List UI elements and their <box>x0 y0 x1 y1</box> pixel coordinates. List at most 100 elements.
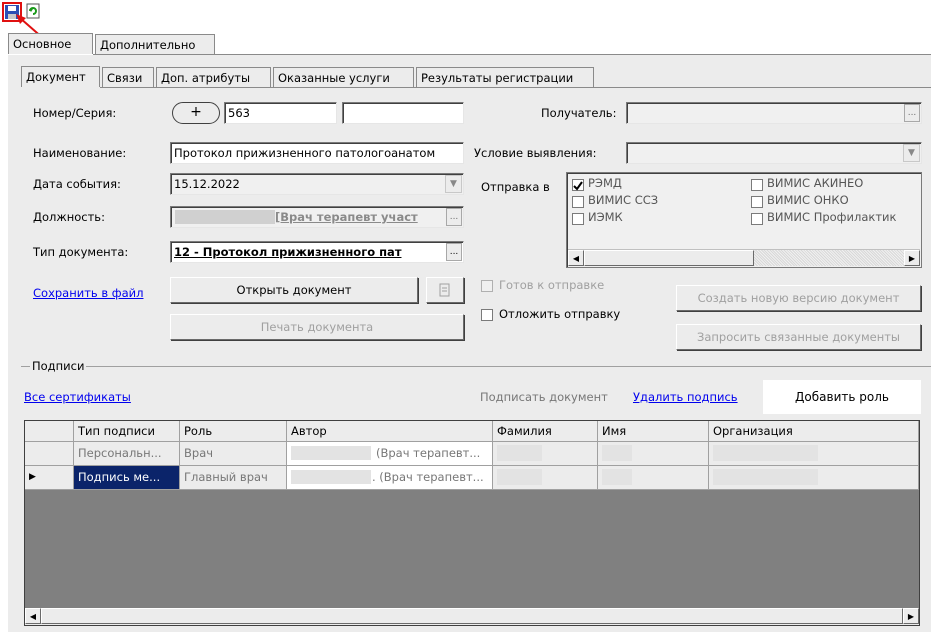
outer-tab-line <box>93 54 931 55</box>
chevron-down-icon[interactable]: ▼ <box>903 144 920 162</box>
doc-type-label: Тип документа: <box>33 245 129 259</box>
send-option-checkbox[interactable] <box>751 179 763 191</box>
number-field[interactable]: 563 <box>224 102 337 124</box>
send-option-label: ВИМИС ССЗ <box>588 193 659 207</box>
number-label: Номер/Серия: <box>33 106 117 120</box>
open-document-button[interactable]: Открыть документ <box>170 277 418 303</box>
redacted-block <box>291 446 371 460</box>
column-header[interactable]: Тип подписи <box>74 421 180 442</box>
scroll-right-icon[interactable]: ▶ <box>904 250 920 266</box>
ready-to-send-checkbox[interactable] <box>481 280 493 292</box>
send-to-list[interactable]: РЭМД ВИМИС АКИНЕО ВИМИС ССЗ ВИМИС ОНКО И… <box>566 172 922 268</box>
condition-field[interactable]: ▼ <box>626 142 922 164</box>
signatures-title: Подписи <box>30 359 87 373</box>
redacted-block <box>291 470 371 484</box>
postpone-send-checkbox[interactable] <box>481 309 493 321</box>
event-date-label: Дата события: <box>33 177 121 191</box>
send-option-checkbox[interactable] <box>572 196 584 208</box>
add-role-button[interactable]: Добавить роль <box>763 380 921 414</box>
send-option-checkbox[interactable] <box>751 213 763 225</box>
send-to-label: Отправка в <box>481 180 550 194</box>
doc-type-value: 12 - Протокол прижизненного пат <box>174 245 402 259</box>
table-cell[interactable]: . (Врач терапевт... <box>287 466 493 490</box>
chevron-down-icon[interactable]: ▼ <box>445 175 462 193</box>
ellipsis-icon[interactable]: ... <box>446 208 462 226</box>
sign-document-label[interactable]: Подписать документ <box>480 390 608 404</box>
condition-label: Условие выявления: <box>474 146 597 160</box>
send-option-label: ВИМИС АКИНЕО <box>767 176 864 190</box>
send-option-checkbox[interactable] <box>572 213 584 225</box>
scroll-right-icon[interactable]: ▶ <box>903 608 919 624</box>
redacted-block <box>602 469 632 485</box>
send-option-label: РЭМД <box>588 176 622 190</box>
redacted-block <box>602 445 632 461</box>
scroll-left-icon[interactable]: ◀ <box>568 250 584 266</box>
scroll-track <box>754 250 904 266</box>
ellipsis-icon[interactable]: ... <box>446 243 462 261</box>
document-icon <box>439 283 450 297</box>
name-field[interactable]: Протокол прижизненного патологоанатом <box>170 142 464 164</box>
add-number-button[interactable]: + <box>172 102 220 124</box>
recipient-field[interactable]: ... <box>626 102 922 124</box>
ready-to-send-label: Готов к отправке <box>499 278 605 292</box>
column-header[interactable]: Фамилия <box>493 421 598 442</box>
delete-signature-link[interactable]: Удалить подпись <box>633 390 738 404</box>
column-header[interactable]: Роль <box>180 421 287 442</box>
table-cell[interactable]: Подпись ме... <box>74 466 180 490</box>
document-icon-button[interactable] <box>426 277 464 303</box>
row-indicator[interactable]: ▶ <box>25 466 74 490</box>
table-cell[interactable]: Врач <box>180 442 287 466</box>
redacted-block <box>713 445 818 461</box>
name-label: Наименование: <box>33 146 127 160</box>
column-header[interactable]: Имя <box>598 421 709 442</box>
tab-services[interactable]: Оказанные услуги <box>273 67 414 88</box>
table-cell[interactable] <box>598 442 709 466</box>
send-list-scrollbar[interactable]: ◀ ▶ <box>568 249 920 266</box>
table-cell[interactable]: (Врач терапевт... <box>287 442 493 466</box>
send-option-label: ВИМИС Профилактик <box>767 210 897 224</box>
tab-links[interactable]: Связи <box>102 67 154 88</box>
tab-registration-results[interactable]: Результаты регистрации <box>416 67 594 88</box>
table-horizontal-scrollbar[interactable]: ◀ ▶ <box>25 608 919 625</box>
send-option-checkbox[interactable] <box>751 196 763 208</box>
position-field[interactable]: [Врач терапевт участ ... <box>170 206 464 228</box>
tab-main[interactable]: Основное <box>8 33 93 54</box>
send-option-checkbox[interactable] <box>572 179 584 191</box>
tab-document[interactable]: Документ <box>21 66 100 87</box>
recipient-label: Получатель: <box>541 106 617 120</box>
table-cell[interactable] <box>493 442 598 466</box>
table-cell[interactable] <box>493 466 598 490</box>
inner-tab-line <box>100 87 931 88</box>
author-value: (Врач терапевт... <box>376 446 481 460</box>
redacted-block <box>713 469 818 485</box>
column-header[interactable]: Организация <box>709 421 919 442</box>
save-to-file-link[interactable]: Сохранить в файл <box>33 286 143 300</box>
event-date-value: 15.12.2022 <box>174 177 240 191</box>
redacted-block <box>497 445 542 461</box>
scroll-thumb[interactable] <box>584 250 754 266</box>
create-new-version-button[interactable]: Создать новую версию документ <box>676 285 921 311</box>
tab-extra-attributes[interactable]: Доп. атрибуты <box>156 67 271 88</box>
ellipsis-icon[interactable]: ... <box>904 104 920 122</box>
author-value: . (Врач терапевт... <box>372 470 484 484</box>
send-option-label: ВИМИС ОНКО <box>767 193 849 207</box>
event-date-field[interactable]: 15.12.2022 ▼ <box>170 173 464 195</box>
scroll-left-icon[interactable]: ◀ <box>25 608 41 624</box>
signatures-table[interactable]: Тип подписи Роль Автор Фамилия Имя Орган… <box>24 420 920 626</box>
scroll-thumb[interactable] <box>41 608 903 624</box>
column-header[interactable]: Автор <box>287 421 493 442</box>
request-related-button[interactable]: Запросить связанные документы <box>676 324 921 350</box>
row-indicator[interactable] <box>25 442 74 466</box>
print-document-button[interactable]: Печать документа <box>170 314 464 340</box>
signatures-group-line <box>21 366 931 367</box>
table-cell[interactable]: Персональн... <box>74 442 180 466</box>
tab-additional[interactable]: Дополнительно <box>95 34 215 55</box>
table-cell[interactable] <box>709 466 919 490</box>
series-field[interactable] <box>342 102 464 124</box>
table-cell[interactable] <box>598 466 709 490</box>
doc-type-field[interactable]: 12 - Протокол прижизненного пат ... <box>170 241 464 263</box>
position-label: Должность: <box>33 210 105 224</box>
table-cell[interactable] <box>709 442 919 466</box>
table-cell[interactable]: Главный врач <box>180 466 287 490</box>
all-certificates-link[interactable]: Все сертификаты <box>24 390 131 404</box>
